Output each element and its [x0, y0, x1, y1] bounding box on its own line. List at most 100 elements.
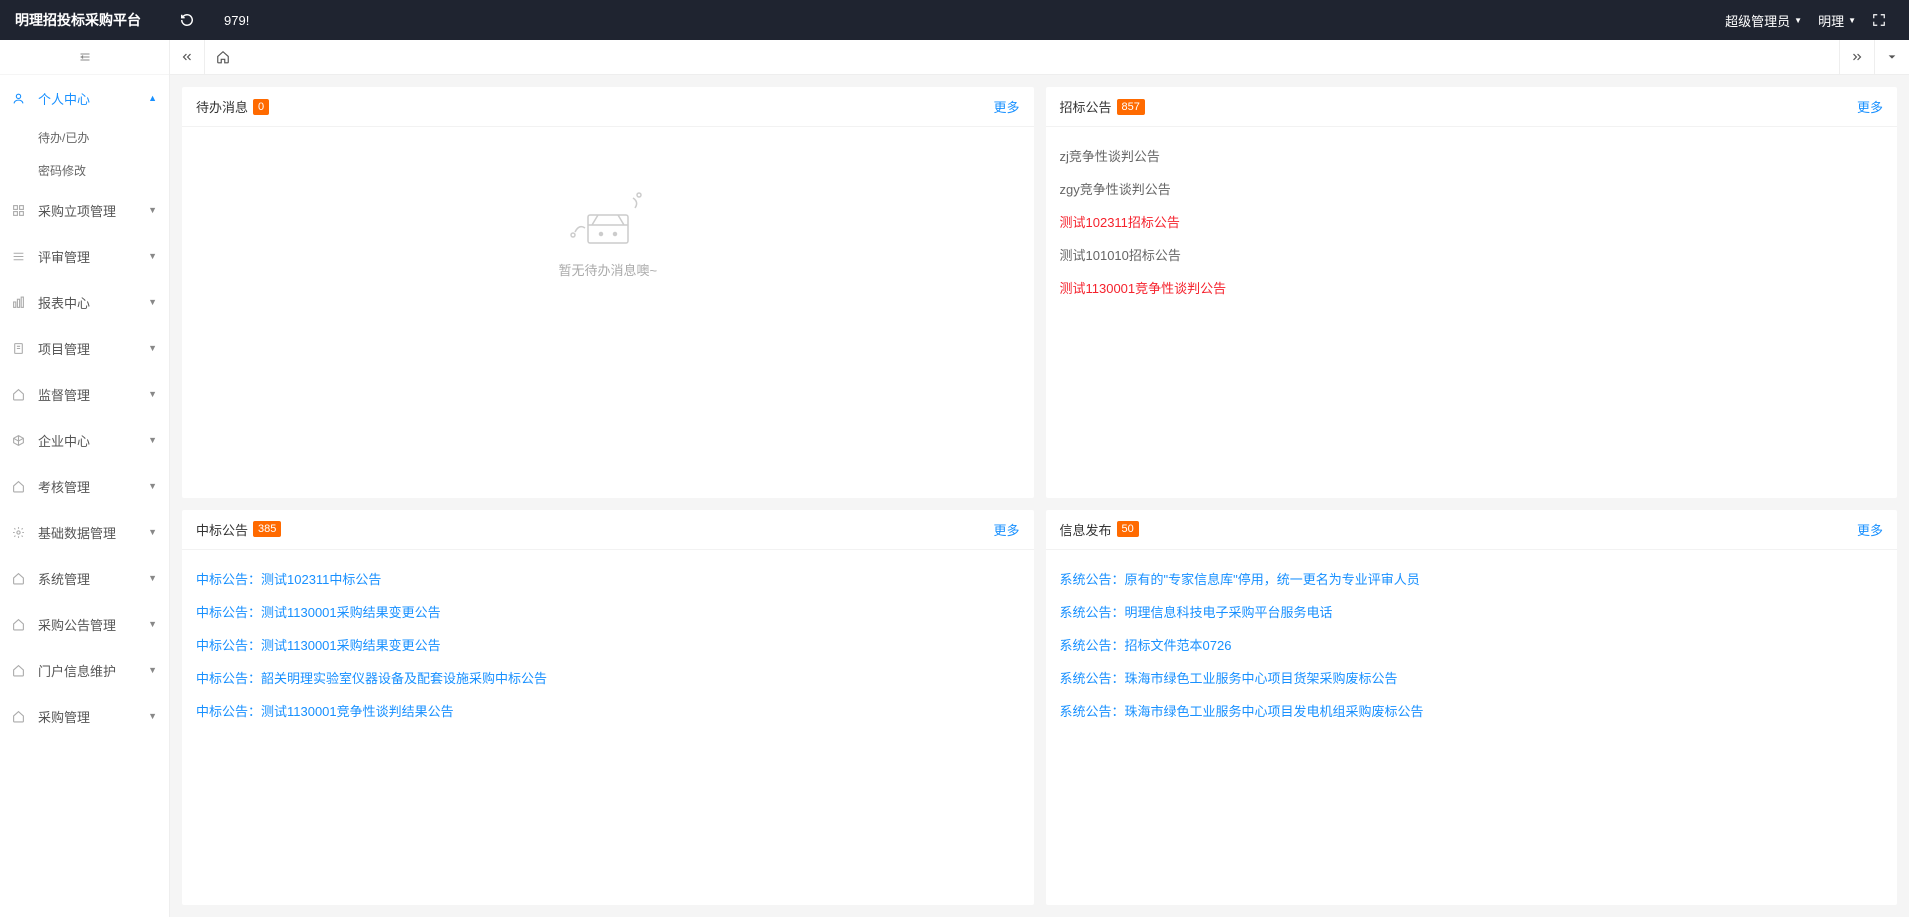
- tabs-menu-button[interactable]: [1874, 40, 1909, 75]
- list-item[interactable]: 中标公告：测试1130001采购结果变更公告: [196, 628, 1020, 661]
- menu-label: 个人中心: [38, 89, 148, 108]
- sidebar-item[interactable]: 个人中心▲: [0, 75, 169, 121]
- home-icon: [216, 50, 230, 64]
- count-badge: 0: [253, 99, 269, 115]
- panel-body: zj竞争性谈判公告zgy竞争性谈判公告测试102311招标公告测试101010招…: [1046, 127, 1898, 316]
- more-link[interactable]: 更多: [993, 520, 1019, 539]
- tabs-prev-button[interactable]: [170, 40, 205, 75]
- tabs-next-button[interactable]: [1839, 40, 1874, 75]
- chevron-icon: ▼: [148, 297, 157, 307]
- menu-label: 采购立项管理: [38, 201, 148, 220]
- list-item[interactable]: 系统公告：招标文件范本0726: [1060, 628, 1884, 661]
- list-item[interactable]: zgy竞争性谈判公告: [1060, 172, 1884, 205]
- chevron-icon: ▼: [148, 435, 157, 445]
- user-label: 明理: [1818, 11, 1844, 30]
- sidebar-item[interactable]: 企业中心▼: [0, 417, 169, 463]
- menu-label: 企业中心: [38, 431, 148, 450]
- list-item[interactable]: 系统公告：珠海市绿色工业服务中心项目发电机组采购废标公告: [1060, 694, 1884, 727]
- panel-body: 暂无待办消息噢~: [182, 127, 1034, 331]
- refresh-icon: [180, 13, 194, 27]
- menu-icon: [12, 710, 30, 723]
- list-item[interactable]: 系统公告：珠海市绿色工业服务中心项目货架采购废标公告: [1060, 661, 1884, 694]
- chevron-icon: ▼: [148, 389, 157, 399]
- sidebar-item[interactable]: 报表中心▼: [0, 279, 169, 325]
- sidebar-item[interactable]: 门户信息维护▼: [0, 647, 169, 693]
- ticker-text: 979!: [204, 13, 269, 28]
- chevron-icon: ▼: [148, 205, 157, 215]
- sidebar-item[interactable]: 基础数据管理▼: [0, 509, 169, 555]
- chevron-icon: ▼: [148, 573, 157, 583]
- panel-title: 中标公告: [196, 520, 248, 539]
- role-label: 超级管理员: [1725, 11, 1790, 30]
- panel-header: 信息发布 50 更多: [1046, 510, 1898, 550]
- sidebar-subitem[interactable]: 密码修改: [0, 154, 169, 187]
- menu-label: 项目管理: [38, 339, 148, 358]
- menu-icon: [12, 664, 30, 677]
- refresh-button[interactable]: [170, 13, 204, 27]
- list-item[interactable]: 测试102311招标公告: [1060, 205, 1884, 238]
- panel-title: 待办消息: [196, 97, 248, 116]
- menu-icon: [12, 296, 30, 309]
- menu-label: 门户信息维护: [38, 661, 148, 680]
- chevron-icon: ▼: [148, 343, 157, 353]
- sidebar-item[interactable]: 采购立项管理▼: [0, 187, 169, 233]
- sidebar-item[interactable]: 采购管理▼: [0, 693, 169, 739]
- menu-label: 监督管理: [38, 385, 148, 404]
- count-badge: 857: [1117, 99, 1145, 115]
- list-item[interactable]: 中标公告：测试1130001竞争性谈判结果公告: [196, 694, 1020, 727]
- sidebar-item[interactable]: 采购公告管理▼: [0, 601, 169, 647]
- sidebar-item[interactable]: 系统管理▼: [0, 555, 169, 601]
- more-link[interactable]: 更多: [1857, 97, 1883, 116]
- list-item[interactable]: 测试101010招标公告: [1060, 238, 1884, 271]
- sidebar-item[interactable]: 监督管理▼: [0, 371, 169, 417]
- user-dropdown[interactable]: 明理 ▼: [1810, 11, 1864, 30]
- list-item[interactable]: 中标公告：测试102311中标公告: [196, 562, 1020, 595]
- app-logo: 明理招投标采购平台: [15, 10, 170, 30]
- list-item[interactable]: 中标公告：测试1130001采购结果变更公告: [196, 595, 1020, 628]
- role-dropdown[interactable]: 超级管理员 ▼: [1717, 11, 1810, 30]
- more-link[interactable]: 更多: [1857, 520, 1883, 539]
- empty-box-icon: [563, 180, 653, 250]
- list-item[interactable]: zj竞争性谈判公告: [1060, 139, 1884, 172]
- menu-label: 基础数据管理: [38, 523, 148, 542]
- tab-bar: [170, 40, 1909, 75]
- caret-down-icon: ▼: [1848, 16, 1856, 25]
- list-item[interactable]: 测试1130001竞争性谈判公告: [1060, 271, 1884, 304]
- chevron-icon: ▼: [148, 619, 157, 629]
- menu-label: 采购管理: [38, 707, 148, 726]
- app-header: 明理招投标采购平台 979! 超级管理员 ▼ 明理 ▼: [0, 0, 1909, 40]
- menu-icon: [12, 480, 30, 493]
- panel-header: 招标公告 857 更多: [1046, 87, 1898, 127]
- sidebar-menu: 个人中心▲待办/已办密码修改采购立项管理▼评审管理▼报表中心▼项目管理▼监督管理…: [0, 75, 169, 739]
- menu-icon: [12, 572, 30, 585]
- chevrons-right-icon: [1850, 50, 1864, 64]
- menu-label: 考核管理: [38, 477, 148, 496]
- menu-icon: [12, 342, 30, 355]
- fullscreen-icon: [1872, 13, 1886, 27]
- sidebar-item[interactable]: 项目管理▼: [0, 325, 169, 371]
- more-link[interactable]: 更多: [993, 97, 1019, 116]
- tab-home[interactable]: [205, 40, 240, 75]
- panel-title: 招标公告: [1060, 97, 1112, 116]
- list-item[interactable]: 系统公告：明理信息科技电子采购平台服务电话: [1060, 595, 1884, 628]
- panel-info: 信息发布 50 更多 系统公告：原有的"专家信息库"停用，统一更名为专业评审人员…: [1046, 510, 1898, 906]
- menu-icon: [12, 92, 30, 105]
- panel-header: 待办消息 0 更多: [182, 87, 1034, 127]
- sidebar-item[interactable]: 考核管理▼: [0, 463, 169, 509]
- sidebar-subitem[interactable]: 待办/已办: [0, 121, 169, 154]
- sidebar-item[interactable]: 评审管理▼: [0, 233, 169, 279]
- content-grid: 待办消息 0 更多: [170, 75, 1909, 917]
- list-item[interactable]: 中标公告：韶关明理实验室仪器设备及配套设施采购中标公告: [196, 661, 1020, 694]
- chevron-icon: ▼: [148, 711, 157, 721]
- menu-label: 采购公告管理: [38, 615, 148, 634]
- panel-tender: 招标公告 857 更多 zj竞争性谈判公告zgy竞争性谈判公告测试102311招…: [1046, 87, 1898, 498]
- layout: 个人中心▲待办/已办密码修改采购立项管理▼评审管理▼报表中心▼项目管理▼监督管理…: [0, 40, 1909, 917]
- empty-text: 暂无待办消息噢~: [558, 260, 657, 279]
- chevron-icon: ▼: [148, 665, 157, 675]
- list-item[interactable]: 系统公告：原有的"专家信息库"停用，统一更名为专业评审人员: [1060, 562, 1884, 595]
- chevrons-left-icon: [180, 50, 194, 64]
- fullscreen-button[interactable]: [1864, 13, 1894, 27]
- sidebar-collapse-button[interactable]: [0, 40, 169, 75]
- caret-down-icon: ▼: [1794, 16, 1802, 25]
- panel-todo: 待办消息 0 更多: [182, 87, 1034, 498]
